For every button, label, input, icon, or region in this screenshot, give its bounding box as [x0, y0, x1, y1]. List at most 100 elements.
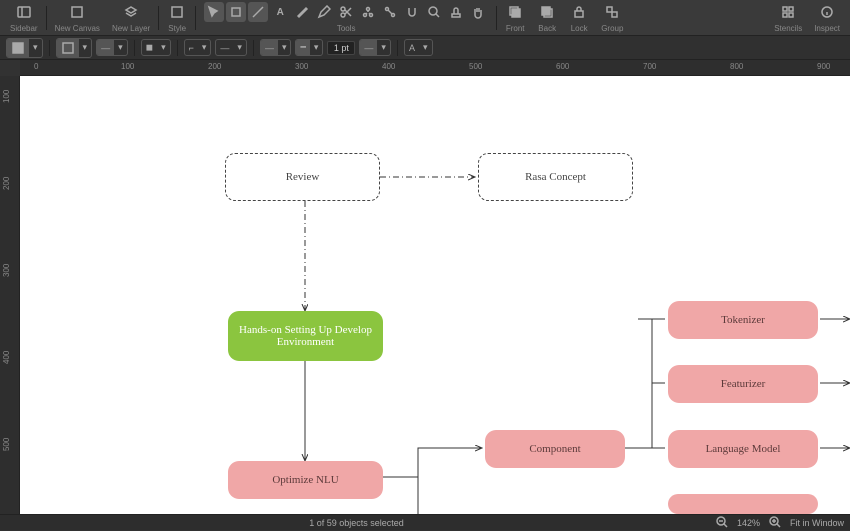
node-handson[interactable]: Hands-on Setting Up Develop Environment — [228, 311, 383, 361]
fill-toggle[interactable]: ▾ — [6, 38, 43, 58]
tool-hand[interactable] — [468, 2, 488, 22]
selection-status: 1 of 59 objects selected — [309, 518, 404, 528]
canvas-icon — [70, 5, 84, 19]
sidebar-icon — [17, 5, 31, 19]
ruler-horizontal: 0100200300400500600700800900 — [20, 60, 850, 76]
node-partial[interactable] — [668, 494, 818, 514]
stencils-button[interactable] — [778, 2, 798, 22]
group-icon — [605, 5, 619, 19]
tb-label: Tools — [337, 24, 356, 33]
tb-inspect: Inspect — [808, 2, 846, 33]
zoom-out-button[interactable] — [715, 515, 729, 531]
style-icon — [170, 5, 184, 19]
tb-group: Group — [595, 2, 629, 33]
node-rasa[interactable]: Rasa Concept — [478, 153, 633, 201]
canvas-viewport[interactable]: Review Rasa Concept Hands-on Setting Up … — [20, 76, 850, 514]
node-featurizer[interactable]: Featurizer — [668, 365, 818, 403]
hand-icon — [471, 5, 485, 19]
new-layer-button[interactable] — [121, 2, 141, 22]
fit-window-button[interactable]: Fit in Window — [790, 518, 844, 528]
fill-icon — [11, 41, 25, 55]
line-cap[interactable]: —▾ — [215, 39, 247, 56]
tb-newcanvas: New Canvas — [49, 2, 106, 33]
group-button[interactable] — [602, 2, 622, 22]
tool-pen[interactable] — [292, 2, 312, 22]
ruler-vertical: 100200300400500 — [0, 76, 20, 514]
tb-label: Lock — [571, 24, 588, 33]
tool-stamp[interactable] — [446, 2, 466, 22]
new-canvas-button[interactable] — [67, 2, 87, 22]
connect-icon — [383, 5, 397, 19]
tb-tools: A Tools — [198, 2, 494, 33]
tool-text[interactable]: A — [270, 2, 290, 22]
zoom-in-icon — [768, 515, 782, 529]
bring-front-button[interactable] — [505, 2, 525, 22]
tool-line[interactable] — [248, 2, 268, 22]
canvas-page[interactable]: Review Rasa Concept Hands-on Setting Up … — [20, 76, 850, 514]
zoom-in-button[interactable] — [768, 515, 782, 531]
tool-pencil[interactable] — [314, 2, 334, 22]
tb-sidebar: Sidebar — [4, 2, 44, 33]
style-button[interactable] — [167, 2, 187, 22]
stroke-toggle[interactable]: ▾ — [56, 38, 93, 58]
node-langmodel[interactable]: Language Model — [668, 430, 818, 468]
node-review[interactable]: Review — [225, 153, 380, 201]
tb-newlayer: New Layer — [106, 2, 156, 33]
pointer-icon — [207, 5, 221, 19]
tool-shape[interactable] — [226, 2, 246, 22]
tb-label: Stencils — [774, 24, 802, 33]
arrow-end[interactable]: —▾ — [359, 39, 391, 56]
layer-icon — [124, 5, 138, 19]
tool-select[interactable] — [204, 2, 224, 22]
status-bar: 1 of 59 objects selected 142% Fit in Win… — [0, 514, 850, 530]
stamp-icon — [449, 5, 463, 19]
tb-label: Inspect — [814, 24, 840, 33]
zoom-level[interactable]: 142% — [737, 518, 760, 528]
tb-style: Style — [161, 2, 193, 33]
tool-connect[interactable] — [380, 2, 400, 22]
property-bar: ▾ ▾ —▾ ◼▾ ⌐▾ —▾ —▾ ━▾ 1 pt —▾ A▾ — [0, 36, 850, 60]
tb-label: Style — [168, 24, 186, 33]
main-toolbar: Sidebar New Canvas New Layer Style A — [0, 0, 850, 36]
pencil-icon — [317, 5, 331, 19]
square-icon — [229, 5, 243, 19]
stroke-width-field[interactable]: 1 pt — [327, 41, 355, 55]
magnet-icon — [405, 5, 419, 19]
shadow-toggle[interactable]: ◼▾ — [141, 39, 171, 56]
send-back-button[interactable] — [537, 2, 557, 22]
tb-label: Front — [506, 24, 525, 33]
back-icon — [540, 5, 554, 19]
line-type[interactable]: ━▾ — [295, 39, 323, 56]
node-optimize[interactable]: Optimize NLU — [228, 461, 383, 499]
zoom-out-icon — [715, 515, 729, 529]
inspect-button[interactable] — [817, 2, 837, 22]
tb-label: Sidebar — [10, 24, 38, 33]
tool-node[interactable] — [358, 2, 378, 22]
tb-stencils: Stencils — [768, 2, 808, 33]
sidebar-toggle-button[interactable] — [14, 2, 34, 22]
lock-icon — [572, 5, 586, 19]
pen-icon — [295, 5, 309, 19]
line-icon — [251, 5, 265, 19]
stroke-style[interactable]: —▾ — [96, 39, 128, 56]
text-icon: A — [277, 7, 284, 18]
tb-label: New Canvas — [55, 24, 100, 33]
tool-scissors[interactable] — [336, 2, 356, 22]
font-toggle[interactable]: A▾ — [404, 39, 433, 56]
arrow-start[interactable]: —▾ — [260, 39, 292, 56]
tb-label: New Layer — [112, 24, 150, 33]
lock-button[interactable] — [569, 2, 589, 22]
front-icon — [508, 5, 522, 19]
tb-lock: Lock — [563, 2, 595, 33]
node-tokenizer[interactable]: Tokenizer — [668, 301, 818, 339]
stroke-icon — [61, 41, 75, 55]
tb-front: Front — [499, 2, 531, 33]
node-icon — [361, 5, 375, 19]
tool-magnet[interactable] — [402, 2, 422, 22]
scissors-icon — [339, 5, 353, 19]
tool-zoom[interactable] — [424, 2, 444, 22]
node-component[interactable]: Component — [485, 430, 625, 468]
grid-icon — [781, 5, 795, 19]
tb-back: Back — [531, 2, 563, 33]
corner-toggle[interactable]: ⌐▾ — [184, 39, 212, 56]
